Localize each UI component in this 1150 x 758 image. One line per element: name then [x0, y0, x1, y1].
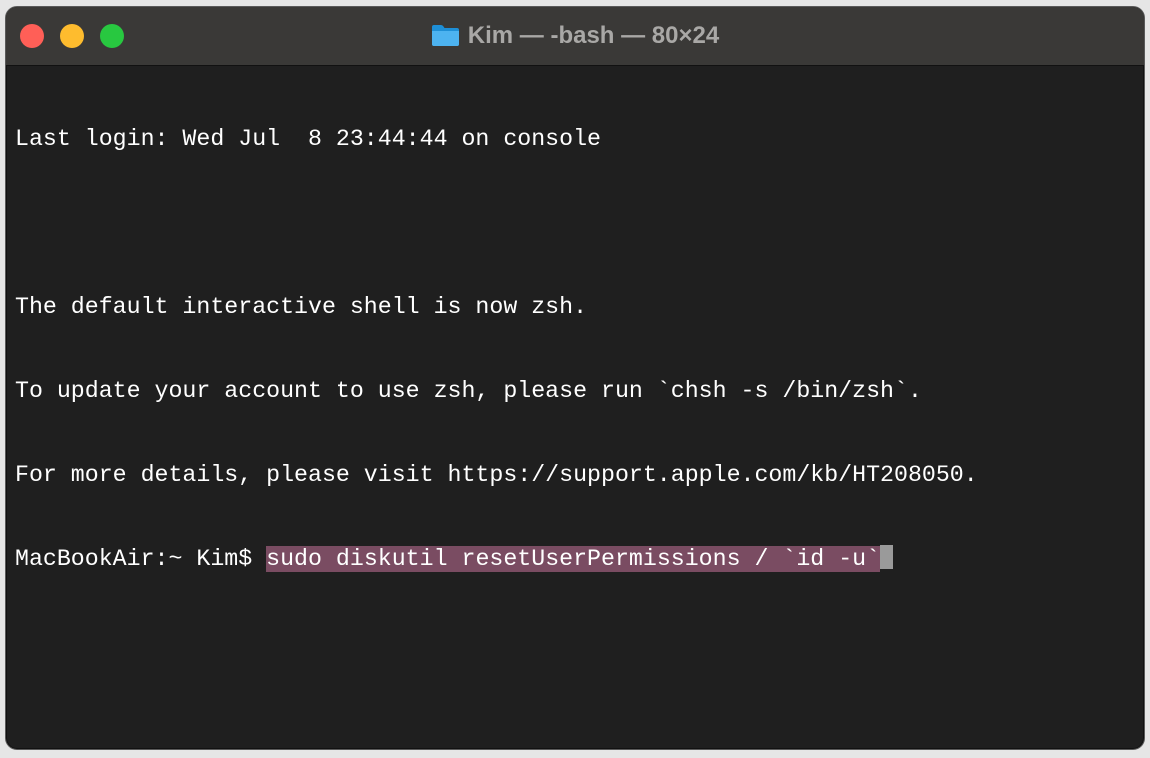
- command-line[interactable]: MacBookAir:~ Kim$ sudo diskutil resetUse…: [15, 545, 1135, 573]
- window-title: Kim — -bash — 80×24: [467, 22, 720, 49]
- terminal-line: The default interactive shell is now zsh…: [15, 294, 588, 320]
- terminal-line: Last login: Wed Jul 8 23:44:44 on consol…: [15, 126, 601, 152]
- terminal-output[interactable]: Last login: Wed Jul 8 23:44:44 on consol…: [15, 69, 1135, 743]
- shell-prompt: MacBookAir:~ Kim$: [15, 546, 267, 572]
- terminal-line: For more details, please visit https://s…: [15, 462, 978, 488]
- title-bar[interactable]: Kim — -bash — 80×24: [6, 7, 1144, 66]
- terminal-window: Kim — -bash — 80×24 Last login: Wed Jul …: [5, 6, 1145, 750]
- selected-command[interactable]: sudo diskutil resetUserPermissions / `id…: [266, 546, 881, 572]
- window-title-container: Kim — -bash — 80×24: [6, 21, 1144, 51]
- text-cursor: [880, 545, 894, 569]
- terminal-line: To update your account to use zsh, pleas…: [15, 378, 922, 404]
- folder-icon: [431, 25, 459, 46]
